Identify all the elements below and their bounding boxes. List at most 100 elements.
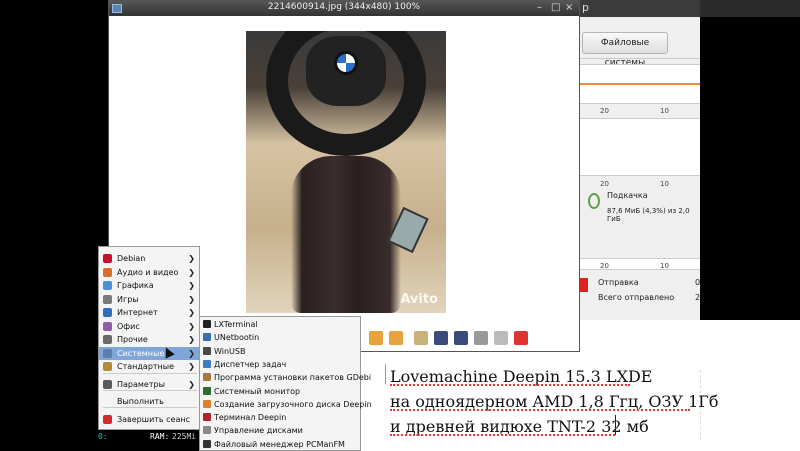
- text-cursor: [385, 364, 386, 384]
- menu-item-label: Аудио и видео: [117, 268, 179, 277]
- package-icon: [203, 373, 211, 382]
- other-icon: [103, 335, 112, 344]
- internet-icon: [103, 308, 112, 317]
- menu-item-games[interactable]: Игры ❯: [99, 293, 199, 306]
- submenu-item-label: Файловый менеджер PCManFM: [214, 439, 345, 449]
- open-file-icon[interactable]: [414, 331, 428, 345]
- submenu-item-monitor[interactable]: Системный монитор: [200, 385, 360, 398]
- viewer-title-bar[interactable]: 2214600914.jpg (344x480) 100% – □ ×: [109, 1, 579, 16]
- monitor-icon: [203, 386, 211, 395]
- submenu-item-task-manager[interactable]: Диспетчер задач: [200, 358, 360, 371]
- menu-item-multimedia[interactable]: Аудио и видео ❯: [99, 266, 199, 279]
- spellcheck-underline: [390, 409, 690, 411]
- chevron-right-icon: ❯: [188, 308, 195, 317]
- divider: [580, 58, 700, 59]
- flip-horizontal-icon[interactable]: [369, 331, 383, 345]
- submenu-item-deepin-terminal[interactable]: Терминал Deepin: [200, 411, 360, 424]
- menu-item-other[interactable]: Прочие ❯: [99, 333, 199, 346]
- total-sent-label: Всего отправлено: [598, 293, 675, 302]
- sending-value: 0: [695, 278, 701, 287]
- menu-item-label: Завершить сеанс: [117, 415, 191, 424]
- cpu-line: [580, 83, 700, 85]
- chevron-right-icon: ❯: [188, 254, 195, 263]
- winusb-icon: [203, 346, 211, 355]
- logout-icon: [103, 415, 112, 424]
- ram-label: RAM:: [150, 432, 170, 441]
- menu-item-accessories[interactable]: Стандартные ❯: [99, 360, 199, 373]
- submenu-item-disks[interactable]: Управление дисками: [200, 424, 360, 437]
- minimize-icon[interactable]: –: [537, 2, 542, 13]
- submenu-item-label: Системный монитор: [214, 386, 301, 396]
- swap-title: Подкачка: [607, 191, 648, 200]
- swap-pie-icon: [588, 193, 600, 209]
- ram-value: 225Mi: [172, 432, 197, 441]
- preferences-icon: [103, 380, 112, 389]
- menu-item-internet[interactable]: Интернет ❯: [99, 306, 199, 319]
- spellcheck-underline: [390, 434, 615, 436]
- menu-item-logout[interactable]: Завершить сеанс: [99, 413, 199, 426]
- chevron-right-icon: ❯: [188, 295, 195, 304]
- system-monitor-title: p: [582, 1, 589, 14]
- submenu-item-label: LXTerminal: [214, 320, 258, 329]
- task-manager-icon: [203, 359, 211, 368]
- displayed-photo: Avito: [246, 31, 446, 313]
- save-icon[interactable]: [434, 331, 448, 345]
- axis-tick: 10: [660, 262, 669, 270]
- menu-item-label: Графика: [117, 281, 154, 290]
- delete-icon[interactable]: [474, 331, 488, 345]
- unetbootin-icon: [203, 333, 211, 342]
- menu-item-label: Стандартные: [117, 362, 175, 371]
- preferences-icon[interactable]: [494, 331, 508, 345]
- menu-item-debian[interactable]: Debian ❯: [99, 252, 199, 265]
- save-as-icon[interactable]: [454, 331, 468, 345]
- quit-icon[interactable]: [514, 331, 528, 345]
- submenu-item-package[interactable]: Программа установки пакетов GDebi: [200, 371, 371, 384]
- submenu-item-unetbootin[interactable]: UNetbootin: [200, 331, 360, 344]
- axis-tick: 20: [600, 262, 609, 270]
- cpu-history-chart: [580, 64, 700, 104]
- sending-label: Отправка: [598, 278, 639, 287]
- menu-item-label: Системные: [117, 349, 165, 358]
- submenu-item-label: Создание загрузочного диска Deepin: [214, 399, 372, 409]
- menu-item-graphics[interactable]: Графика ❯: [99, 279, 199, 292]
- bmw-logo-icon: [334, 51, 358, 75]
- chevron-right-icon: ❯: [188, 322, 195, 331]
- chevron-right-icon: ❯: [188, 349, 195, 358]
- submenu-item-file-manager[interactable]: Файловый менеджер PCManFM: [200, 438, 360, 451]
- total-sent-value: 2: [695, 293, 701, 302]
- chevron-right-icon: ❯: [188, 281, 195, 290]
- run-icon: [103, 397, 112, 406]
- flip-vertical-icon[interactable]: [389, 331, 403, 345]
- accessories-icon: [103, 362, 112, 371]
- maximize-icon[interactable]: □: [551, 2, 560, 13]
- terminal-icon: [203, 320, 211, 328]
- menu-separator: [103, 373, 197, 374]
- menu-item-office[interactable]: Офис ❯: [99, 320, 199, 333]
- menu-item-label: Параметры: [117, 380, 165, 389]
- file-systems-tab[interactable]: Файловые системы: [582, 32, 668, 68]
- system-monitor-title-bar: p: [580, 0, 700, 17]
- menu-item-label: Прочие: [117, 335, 148, 344]
- submenu-item-label: UNetbootin: [214, 333, 260, 343]
- submenu-item-terminal[interactable]: LXTerminal: [200, 318, 360, 331]
- menu-item-label: Офис: [117, 322, 140, 331]
- menu-item-label: Интернет: [117, 308, 158, 317]
- axis-tick: 10: [660, 107, 669, 115]
- debian-icon: [103, 254, 112, 263]
- submenu-item-boot-disk[interactable]: Создание загрузочного диска Deepin: [200, 398, 372, 411]
- axis-tick: 10: [660, 180, 669, 188]
- close-icon[interactable]: ×: [565, 2, 573, 13]
- submenu-item-winusb[interactable]: WinUSB: [200, 345, 360, 358]
- system-monitor-window: p Файловые системы 20 10 20 10 Подкачка …: [580, 0, 700, 320]
- deepin-terminal-icon: [203, 413, 211, 422]
- menu-separator: [103, 407, 197, 408]
- chevron-right-icon: ❯: [188, 362, 195, 371]
- network-history-chart: [580, 258, 700, 270]
- viewer-title: 2214600914.jpg (344x480) 100%: [267, 2, 421, 12]
- multimedia-icon: [103, 268, 112, 277]
- background-panel: [700, 0, 800, 320]
- boot-disk-icon: [203, 399, 211, 408]
- submenu-item-label: Диспетчер задач: [214, 359, 287, 369]
- menu-item-system[interactable]: Системные ❯: [99, 347, 199, 360]
- graphics-icon: [103, 281, 112, 290]
